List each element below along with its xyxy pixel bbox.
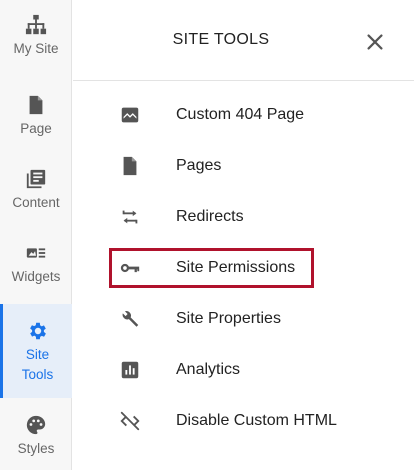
tool-item-disable-custom-html[interactable]: Disable Custom HTML: [109, 401, 337, 441]
sidebar-item-site-tools[interactable]: Site Tools: [0, 304, 72, 398]
sidebar-item-label: Widgets: [11, 269, 61, 284]
tool-item-label: Custom 404 Page: [176, 106, 305, 123]
sidebar-item-styles[interactable]: Styles: [0, 414, 72, 470]
redirect-arrows-icon: [119, 206, 141, 228]
sidebar-item-page[interactable]: Page: [0, 94, 72, 154]
sidebar-item-content[interactable]: Content: [0, 168, 72, 228]
sidebar-item-label: Styles: [17, 441, 55, 456]
sitemap-icon: [25, 14, 47, 36]
close-button[interactable]: [364, 31, 386, 53]
sidebar-item-label: Content: [12, 195, 60, 210]
tool-item-label: Site Properties: [176, 310, 281, 327]
page-icon: [119, 155, 141, 177]
tool-item-custom-404-page[interactable]: Custom 404 Page: [109, 95, 314, 135]
sidebar: My Site Page Content Widgets Site Tools …: [0, 0, 72, 470]
tool-item-analytics[interactable]: Analytics: [109, 350, 314, 390]
sidebar-item-widgets[interactable]: Widgets: [0, 242, 72, 302]
panel-title: SITE TOOLS: [172, 31, 270, 48]
tool-item-pages[interactable]: Pages: [109, 146, 314, 186]
tool-item-site-permissions[interactable]: Site Permissions: [109, 248, 314, 288]
sidebar-item-label-line1: Site: [25, 347, 50, 362]
close-icon: [364, 31, 386, 53]
image-placeholder-icon: [119, 104, 141, 126]
tool-item-label: Redirects: [176, 208, 244, 225]
bar-chart-icon: [119, 359, 141, 381]
sidebar-item-label: My Site: [13, 41, 59, 56]
gear-icon: [27, 320, 49, 342]
tool-item-label: Site Permissions: [176, 259, 296, 276]
key-icon: [119, 257, 141, 279]
sidebar-item-label-line2: Tools: [21, 367, 54, 382]
page-icon: [25, 94, 47, 116]
sidebar-item-my-site[interactable]: My Site: [0, 14, 72, 74]
widgets-icon: [25, 242, 47, 264]
wrench-icon: [119, 308, 141, 330]
panel-header: SITE TOOLS: [73, 0, 414, 81]
tool-item-label: Pages: [176, 157, 222, 174]
sidebar-item-label: Page: [20, 121, 52, 136]
tool-item-label: Analytics: [176, 361, 241, 378]
palette-icon: [25, 414, 47, 436]
code-off-icon: [119, 410, 141, 432]
tool-item-label: Disable Custom HTML: [176, 412, 337, 429]
tool-item-site-properties[interactable]: Site Properties: [109, 299, 314, 339]
tool-item-redirects[interactable]: Redirects: [109, 197, 314, 237]
site-tools-panel: SITE TOOLS Custom 404 Page Pages Redirec…: [73, 0, 414, 470]
content-library-icon: [25, 168, 47, 190]
